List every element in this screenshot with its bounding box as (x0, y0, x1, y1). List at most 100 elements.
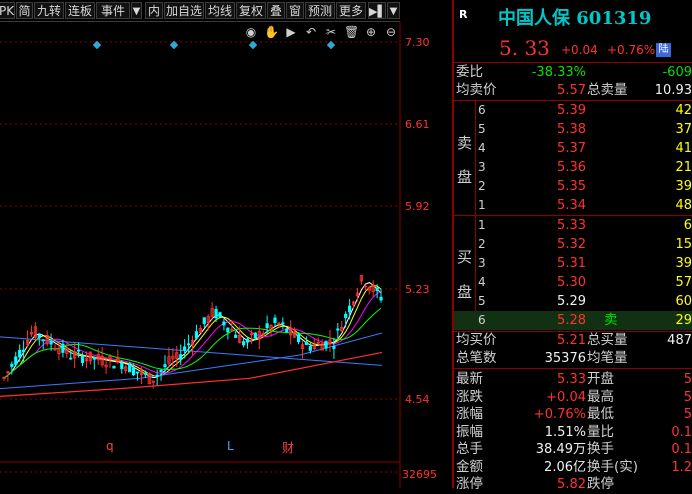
sell-level-price: 5.36 (557, 160, 586, 175)
toolbar-pk-button[interactable]: PK (0, 2, 15, 19)
candle-body (273, 317, 277, 323)
event-marker-financial[interactable]: 财 (282, 439, 294, 456)
toolbar-jiuzhuan-button[interactable]: 九转 (34, 2, 64, 19)
price-tick-label: 6.61 (405, 118, 430, 131)
moving-average-line (3, 284, 382, 379)
stat-value: 1.2 (671, 459, 692, 475)
trash-icon[interactable]: 🗑 (344, 25, 359, 39)
buy-level-number: 6 (478, 313, 486, 327)
price-change: +0.04 (561, 43, 598, 57)
toolbar-inner-button[interactable]: 内 (145, 2, 163, 19)
candle-body (336, 328, 340, 331)
stock-title: 中国人保 601319 (498, 8, 652, 29)
sell-level-row[interactable]: 3 5.36 21 (454, 158, 692, 177)
buy-level-volume: 57 (675, 275, 692, 290)
sell-level-row[interactable]: 6 5.39 42 (454, 101, 692, 120)
candle-body (37, 334, 41, 339)
total-buy-value: 487 (667, 333, 692, 348)
sell-level-row[interactable]: 5 5.38 37 (454, 120, 692, 139)
candle-body (375, 287, 379, 292)
buy-level-row[interactable]: 1 5.33 6 (454, 216, 692, 235)
sell-level-price: 5.35 (557, 179, 586, 194)
candle-body (218, 312, 222, 318)
candle-body (245, 338, 250, 343)
signal-diamond-icon (326, 40, 336, 50)
buy-level-row[interactable]: 4 5.30 57 (454, 273, 692, 292)
stat-label: 金额 (456, 458, 483, 475)
candle-body (14, 356, 18, 365)
toolbar-ma-button[interactable]: 均线 (205, 2, 235, 19)
candle-body (214, 308, 218, 319)
sell-level-price: 5.34 (557, 198, 586, 213)
scissors-icon[interactable]: ✂ (324, 25, 338, 39)
sell-level-row[interactable]: 2 5.35 39 (454, 177, 692, 196)
candle-body (22, 349, 26, 353)
toolbar-events-button[interactable]: 事件 (96, 2, 130, 19)
weibi-row: 委比 -38.33% -609 (454, 63, 692, 82)
sell-level-number: 4 (478, 141, 486, 155)
candle-body (253, 332, 257, 339)
toolbar-more-button[interactable]: 更多 (336, 2, 366, 19)
toolbar-simple-button[interactable]: 简 (16, 2, 33, 19)
candle-body (344, 313, 348, 319)
avg-sell-label: 均卖价 (456, 82, 497, 98)
stat-row: 涨跌 +0.04 最高 5 (454, 388, 692, 407)
undo-icon[interactable]: ↶ (304, 25, 318, 39)
toolbar-dropdown-icon[interactable]: ▼ (387, 2, 400, 19)
sell-level-number: 1 (478, 198, 486, 212)
stat-value: 0.1 (671, 424, 692, 440)
buy-level-row[interactable]: 5 5.29 60 (454, 292, 692, 311)
buy-level-row[interactable]: 6 5.28 29 卖 (454, 311, 692, 330)
toolbar-lianban-button[interactable]: 连板 (65, 2, 95, 19)
event-marker-q[interactable]: q (106, 439, 114, 453)
total-buy-label: 总买量 (587, 332, 628, 348)
sell-level-row[interactable]: 1 5.34 48 (454, 196, 692, 215)
toolbar-fuquan-button[interactable]: 复权 (236, 2, 266, 19)
market-badge: 陆 (656, 43, 671, 57)
stat-value: 1.51% (544, 424, 586, 440)
avg-buy-label: 均买价 (456, 332, 497, 348)
stat-row: 总手 38.49万 换手 0.1 (454, 440, 692, 459)
candle-body (61, 343, 65, 353)
hand-icon[interactable]: ✋ (264, 25, 279, 39)
buy-level-row[interactable]: 2 5.32 15 (454, 235, 692, 254)
kline-chart[interactable] (0, 22, 452, 488)
events-dropdown-icon[interactable]: ▼ (131, 2, 142, 19)
toolbar-window-button[interactable]: 窗 (286, 2, 304, 19)
weibi-label: 委比 (456, 64, 483, 80)
event-marker-l[interactable]: L (227, 439, 234, 453)
stat-value: +0.76% (533, 407, 586, 422)
toolbar-forecast-button[interactable]: 预测 (305, 2, 335, 19)
zoom-out-icon[interactable]: ⊖ (384, 25, 398, 39)
stat-label: 最低 (587, 406, 614, 422)
candle-body (131, 367, 136, 376)
candle-body (183, 346, 187, 351)
toolbar-add-watchlist-button[interactable]: 加自选 (164, 2, 204, 19)
buy-level-row[interactable]: 3 5.31 39 (454, 254, 692, 273)
buy-level-number: 2 (478, 237, 486, 251)
candle-body (194, 331, 199, 339)
stat-row: 最新 5.33 开盘 5 (454, 370, 692, 389)
zoom-in-icon[interactable]: ⊕ (364, 25, 378, 39)
collapse-panel-icon[interactable]: ▶▌ (368, 2, 386, 19)
price-tick-label: 4.54 (405, 393, 430, 406)
weibi-value: -38.33% (531, 65, 586, 80)
candle-body (159, 369, 163, 372)
play-icon[interactable]: ▶ (284, 25, 298, 39)
eye-icon[interactable]: ◉ (244, 25, 258, 39)
candle-body (80, 355, 85, 363)
candle-body (155, 374, 159, 377)
price-change-pct: +0.76% (607, 43, 656, 57)
signal-diamond-icon (92, 40, 102, 50)
candle-body (135, 371, 140, 374)
candle-body (281, 322, 285, 325)
stat-label: 涨停 (456, 476, 483, 492)
sell-level-row[interactable]: 4 5.37 41 (454, 139, 692, 158)
sell-level-number: 6 (478, 103, 486, 117)
buy-level-price: 5.33 (557, 218, 586, 233)
candle-body (202, 317, 206, 324)
candle-body (186, 343, 191, 346)
sell-level-number: 2 (478, 179, 486, 193)
toolbar-overlay-button[interactable]: 叠 (267, 2, 285, 19)
buy-level-price: 5.28 (557, 313, 586, 328)
